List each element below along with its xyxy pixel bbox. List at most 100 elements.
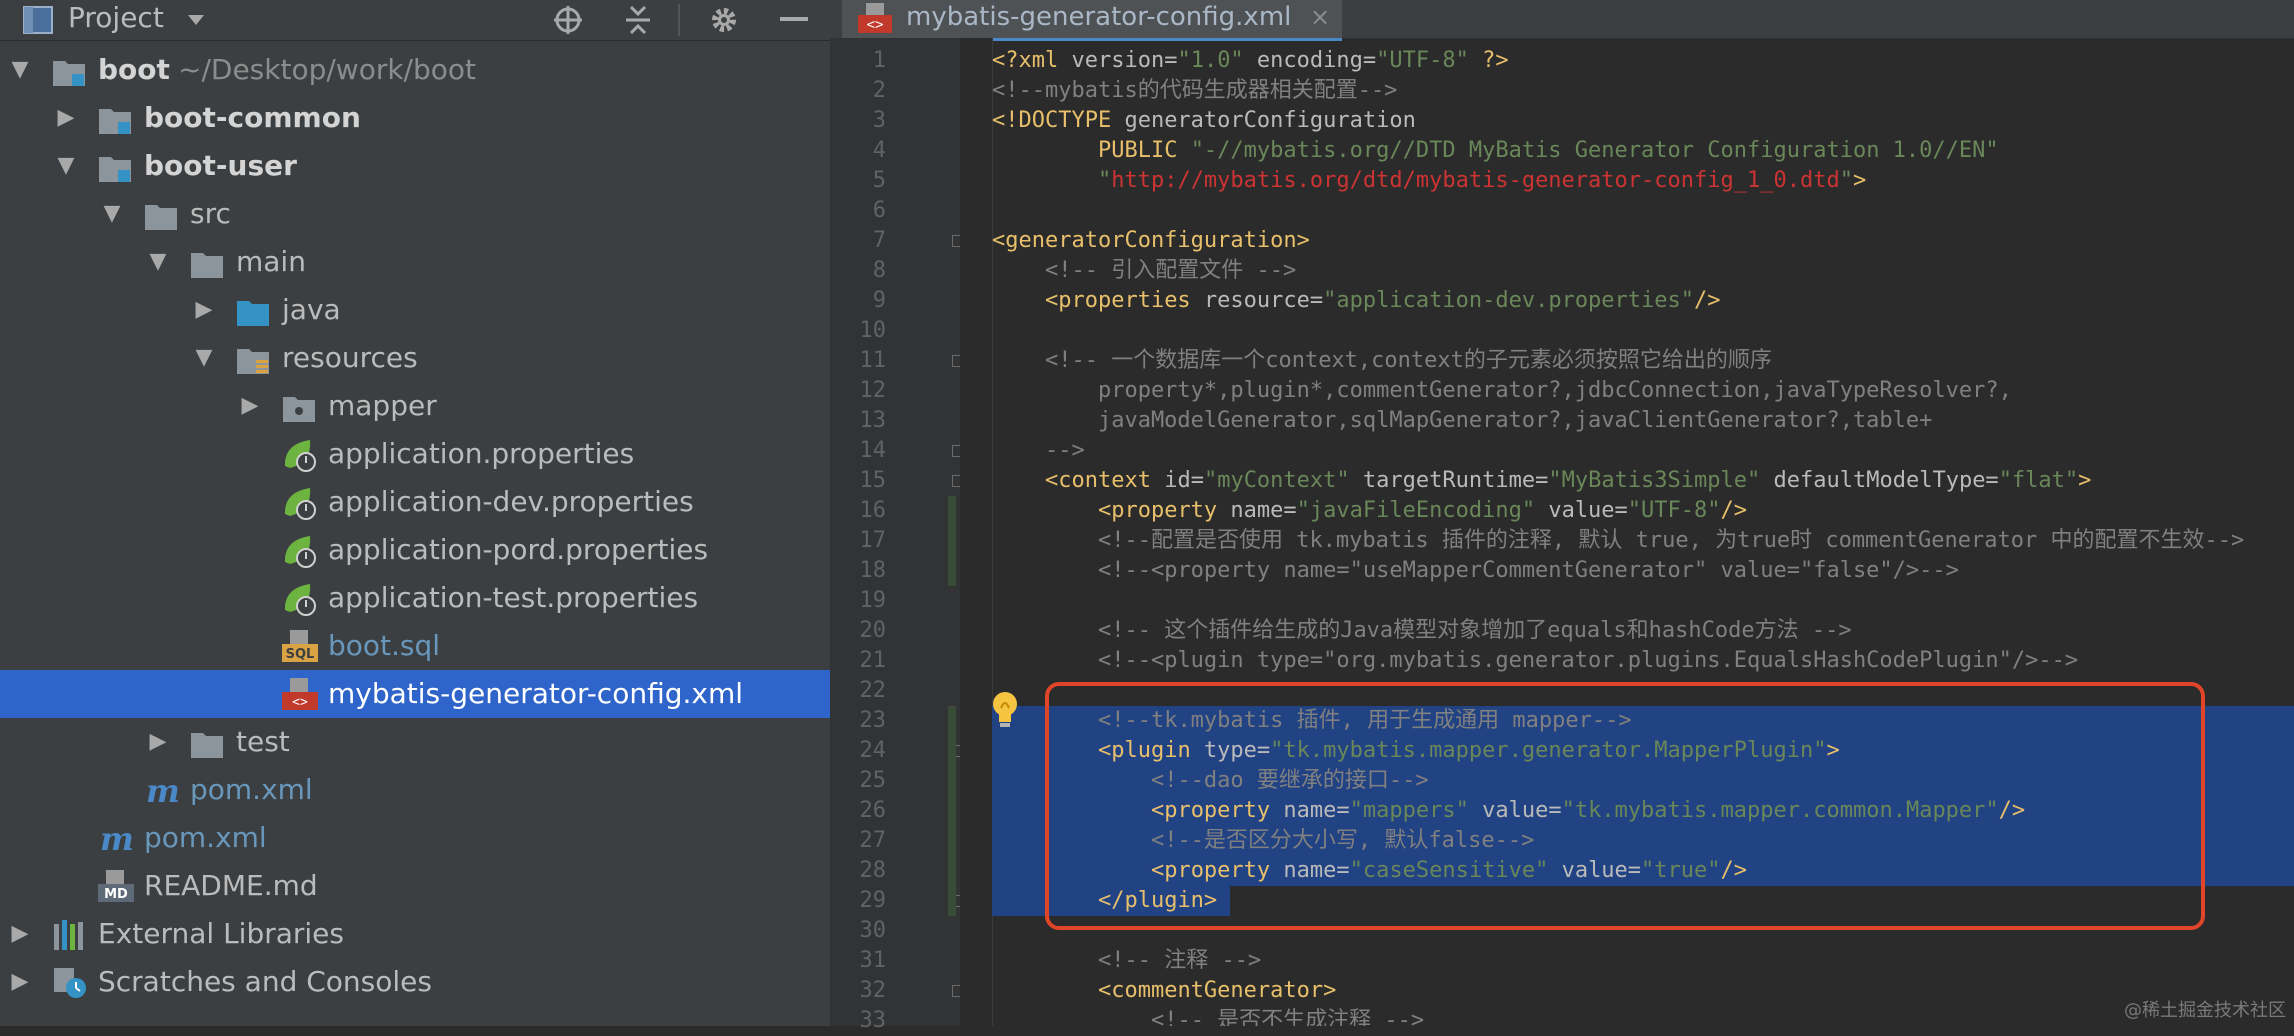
watermark: @稀土掘金技术社区 (2124, 1000, 2286, 1021)
collapsed-arrow-icon[interactable]: ▶ (238, 382, 262, 430)
line-number: 1 (872, 48, 886, 73)
line-number: 17 (859, 528, 887, 553)
collapsed-arrow-icon[interactable]: ▶ (192, 286, 216, 334)
code-token: resource= (1203, 288, 1324, 313)
module-folder-icon (98, 102, 132, 134)
tree-item-pom-xml[interactable]: m pom.xml (0, 766, 830, 814)
project-panel-title[interactable]: Project (68, 0, 164, 36)
line-number-gutter: 1 2 3 4 5 6 7 8 9 10 11 12 13 14 15 16 17 18 19 20 21 22 23 24 2… (830, 38, 964, 1033)
tree-item-application-test-properties[interactable]: application-test.properties (0, 574, 830, 622)
tree-item-external-libraries[interactable]: ▶ External Libraries (0, 910, 830, 958)
tree-item-label: pom.xml (144, 821, 267, 854)
tab-mybatis-generator-config[interactable]: <> mybatis-generator-config.xml × (842, 0, 1342, 41)
tree-item-label: boot (98, 53, 170, 86)
expanded-arrow-icon[interactable]: ▼ (8, 46, 32, 94)
code-token: <!-- 引入配置文件 --> (1044, 258, 1297, 283)
tree-item-application-pord-properties[interactable]: application-pord.properties (0, 526, 830, 574)
tree-item-application-properties[interactable]: application.properties (0, 430, 830, 478)
close-icon[interactable]: × (1310, 0, 1330, 34)
expanded-arrow-icon[interactable]: ▼ (146, 238, 170, 286)
code-token: <!-- 注释 --> (1097, 948, 1262, 973)
expanded-arrow-icon[interactable]: ▼ (54, 142, 78, 190)
scratches-icon (52, 966, 86, 998)
code-token: "-//mybatis.org//DTD MyBatis Generator C… (1190, 138, 1999, 163)
sql-file-icon: SQL (282, 630, 318, 662)
tree-item-scratches-and-consoles[interactable]: ▶ Scratches and Consoles (0, 958, 830, 1006)
code-token: <context (1044, 468, 1165, 493)
code-line: <!--<plugin type="org.mybatis.generator.… (992, 646, 2078, 676)
code-token: <!--mybatis的代码生成器相关配置--> (992, 78, 1398, 103)
line-number: 6 (872, 198, 886, 223)
code-line: --> (992, 436, 1085, 466)
xml-file-icon: <> (858, 3, 892, 39)
tree-item-mapper[interactable]: ▶ mapper (0, 382, 830, 430)
code-line: <!-- 是否不生成注释 --> (992, 1006, 1424, 1026)
tree-item-application-dev-properties[interactable]: application-dev.properties (0, 478, 830, 526)
collapsed-arrow-icon[interactable]: ▶ (8, 910, 32, 958)
code-token: targetRuntime= (1349, 468, 1549, 493)
line-number: 24 (859, 738, 887, 763)
line-number: 27 (859, 828, 887, 853)
code-line: <property name="javaFileEncoding" value=… (992, 496, 1747, 526)
tree-item-resources[interactable]: ▼ resources (0, 334, 830, 382)
lightbulb-icon[interactable] (990, 690, 1020, 730)
code-token: "1.0" (1177, 48, 1244, 73)
code-token: <!--<plugin type="org.mybatis.generator.… (1097, 648, 2079, 673)
tree-item-boot[interactable]: ▼ boot ~/Desktop/work/boot (0, 46, 830, 94)
tree-item-test[interactable]: ▶ test (0, 718, 830, 766)
vcs-change-marker[interactable] (948, 706, 956, 916)
code-line: <!-- 一个数据库一个context,context的子元素必须按照它给出的顺… (992, 346, 1772, 376)
svg-text:<>: <> (867, 17, 884, 33)
tree-item-boot-sql[interactable]: SQL boot.sql (0, 622, 830, 670)
tree-item-label: main (236, 245, 306, 278)
vcs-change-marker[interactable] (948, 496, 956, 586)
expanded-arrow-icon[interactable]: ▼ (100, 190, 124, 238)
minimize-icon[interactable] (778, 4, 810, 36)
expanded-arrow-icon[interactable]: ▼ (192, 334, 216, 382)
tree-item-label: application-dev.properties (328, 485, 694, 518)
tree-item-boot-user[interactable]: ▼ boot-user (0, 142, 830, 190)
tree-item-pom-xml[interactable]: m pom.xml (0, 814, 830, 862)
locate-target-icon[interactable] (552, 4, 584, 36)
code-line: <!-- 注释 --> (992, 946, 1261, 976)
code-token: <?xml (992, 48, 1072, 73)
code-line: <!--配置是否使用 tk.mybatis 插件的注释, 默认 true, 为t… (992, 526, 2244, 556)
collapsed-arrow-icon[interactable]: ▶ (54, 94, 78, 142)
editor-tab-bar: <> mybatis-generator-config.xml × (830, 0, 2294, 41)
code-line: <!--mybatis的代码生成器相关配置--> (992, 76, 1397, 106)
svg-text:SQL: SQL (286, 647, 315, 662)
tree-item-mybatis-generator-config-xml[interactable]: <> mybatis-generator-config.xml (0, 670, 830, 718)
collapsed-arrow-icon[interactable]: ▶ (146, 718, 170, 766)
code-line: property*,plugin*,commentGenerator?,jdbc… (992, 376, 2012, 406)
project-view-icon[interactable] (22, 4, 54, 36)
chevron-down-icon[interactable] (180, 4, 212, 36)
tree-item-label: test (236, 725, 290, 758)
code-line: <generatorConfiguration> (992, 226, 1310, 256)
tree-item-src[interactable]: ▼ src (0, 190, 830, 238)
line-number: 19 (859, 588, 887, 613)
code-token: "UTF-8" (1627, 498, 1721, 523)
tree-item-readme-md[interactable]: MD README.md (0, 862, 830, 910)
collapsed-arrow-icon[interactable]: ▶ (8, 958, 32, 1006)
project-panel-header: Project (0, 0, 830, 41)
line-number: 2 (872, 78, 886, 103)
line-number: 25 (859, 768, 887, 793)
line-number: 4 (872, 138, 886, 163)
code-token: "UTF-8" (1376, 48, 1469, 73)
tree-item-main[interactable]: ▼ main (0, 238, 830, 286)
gear-icon[interactable] (708, 4, 740, 36)
svg-text:m: m (100, 822, 134, 856)
tree-item-boot-common[interactable]: ▶ boot-common (0, 94, 830, 142)
line-number: 3 (872, 108, 886, 133)
fold-gutter (960, 38, 993, 1026)
line-number: 23 (859, 708, 887, 733)
line-number: 28 (859, 858, 887, 883)
tree-item-java[interactable]: ▶ java (0, 286, 830, 334)
collapse-all-icon[interactable] (622, 4, 654, 36)
